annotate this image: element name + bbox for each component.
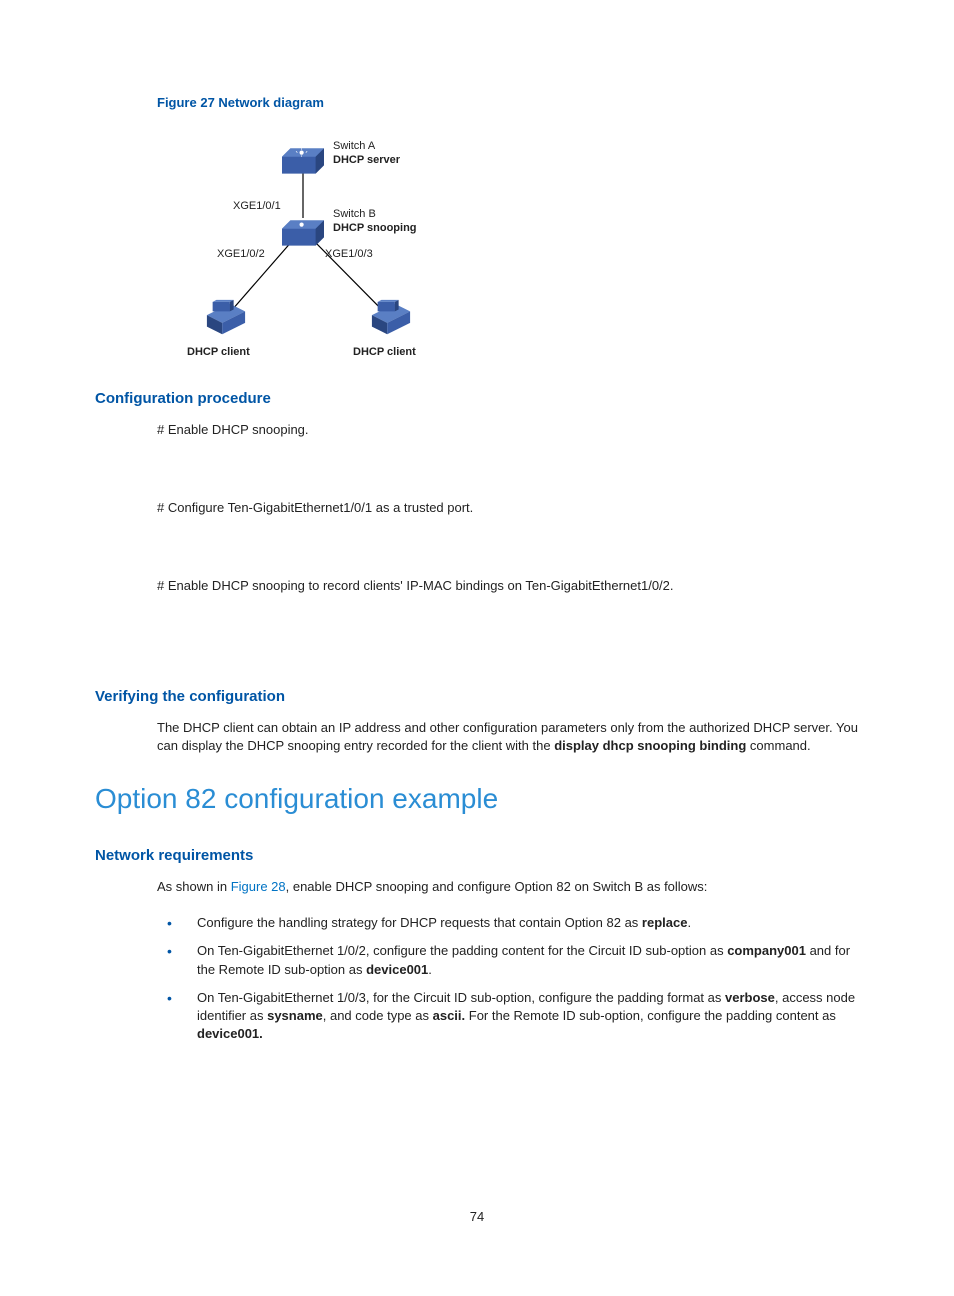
- dhcp-server-label: DHCP server: [333, 154, 400, 166]
- b3-bold2: sysname: [267, 1008, 323, 1023]
- network-diagram: Switch A DHCP server XGE1/0/1 Switch B D…: [175, 128, 445, 358]
- p-enable-snooping: # Enable DHCP snooping.: [157, 421, 859, 439]
- b2-bold2: device001: [366, 962, 428, 977]
- dhcp-snooping-label: DHCP snooping: [333, 222, 417, 234]
- bullet-3: On Ten-GigabitEthernet 1/0/3, for the Ci…: [157, 989, 859, 1044]
- figure-caption: Figure 27 Network diagram: [157, 95, 859, 110]
- pc-left-icon: [205, 298, 247, 340]
- b3-bold4: device001.: [197, 1026, 263, 1041]
- if3-label: XGE1/0/3: [325, 248, 373, 260]
- netreq-text-b: , enable DHCP snooping and configure Opt…: [286, 879, 708, 894]
- b3-d: For the Remote ID sub-option, configure …: [465, 1008, 836, 1023]
- heading-verifying: Verifying the configuration: [95, 688, 859, 705]
- if1-label: XGE1/0/1: [233, 200, 281, 212]
- heading-option82: Option 82 configuration example: [95, 783, 859, 815]
- p-verify: The DHCP client can obtain an IP address…: [157, 719, 859, 755]
- verify-text-b: command.: [746, 738, 810, 753]
- client2-label: DHCP client: [353, 346, 416, 358]
- b2-a: On Ten-GigabitEthernet 1/0/2, configure …: [197, 943, 727, 958]
- b3-bold1: verbose: [725, 990, 775, 1005]
- p-record-bindings: # Enable DHCP snooping to record clients…: [157, 577, 859, 595]
- netreq-text-a: As shown in: [157, 879, 231, 894]
- pc-right-icon: [370, 298, 412, 340]
- bullet-2: On Ten-GigabitEthernet 1/0/2, configure …: [157, 942, 859, 978]
- b2-c: .: [428, 962, 432, 977]
- b1-b: .: [687, 915, 691, 930]
- p-trusted-port: # Configure Ten-GigabitEthernet1/0/1 as …: [157, 499, 859, 517]
- page: Figure 27 Network diagram Switch A DHCP …: [0, 0, 954, 1296]
- p-netreq: As shown in Figure 28, enable DHCP snoop…: [157, 878, 859, 896]
- b1-bold: replace: [642, 915, 688, 930]
- b1-a: Configure the handling strategy for DHCP…: [197, 915, 642, 930]
- bullet-list: Configure the handling strategy for DHCP…: [157, 914, 859, 1043]
- verify-bold: display dhcp snooping binding: [554, 738, 746, 753]
- switch-b-icon: [282, 220, 324, 246]
- figure-28-link[interactable]: Figure 28: [231, 879, 286, 894]
- switch-b-label: Switch B: [333, 208, 376, 220]
- bullet-1: Configure the handling strategy for DHCP…: [157, 914, 859, 932]
- page-number: 74: [0, 1209, 954, 1224]
- switch-a-label: Switch A: [333, 140, 375, 152]
- b3-c: , and code type as: [323, 1008, 433, 1023]
- switch-a-icon: [282, 148, 324, 174]
- heading-network-req: Network requirements: [95, 847, 859, 864]
- b3-a: On Ten-GigabitEthernet 1/0/3, for the Ci…: [197, 990, 725, 1005]
- b3-bold3: ascii.: [433, 1008, 466, 1023]
- client1-label: DHCP client: [187, 346, 250, 358]
- heading-config-procedure: Configuration procedure: [95, 390, 859, 407]
- if2-label: XGE1/0/2: [217, 248, 265, 260]
- b2-bold1: company001: [727, 943, 806, 958]
